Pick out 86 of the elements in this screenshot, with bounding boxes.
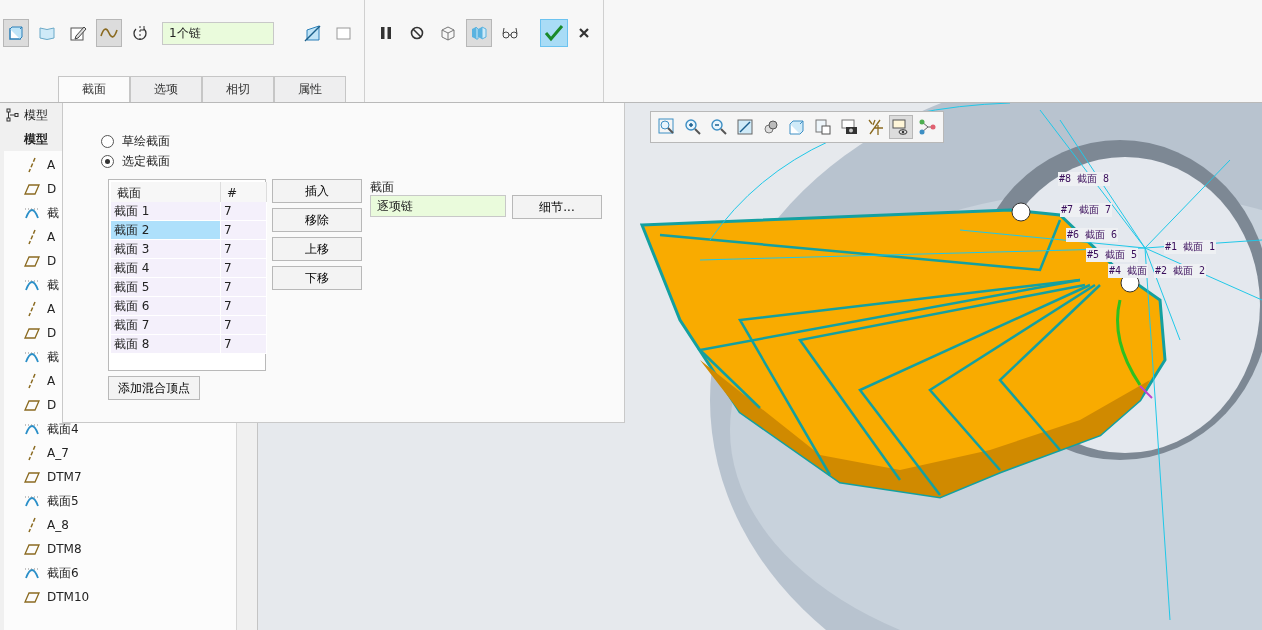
tree-item[interactable]: A — [47, 302, 56, 316]
action-button[interactable]: 插入 — [272, 179, 362, 203]
table-cell: 7 — [221, 335, 267, 354]
table-cell: 7 — [221, 240, 267, 259]
panel-tab[interactable]: 属性 — [274, 76, 346, 102]
tree-item[interactable]: 截面4 — [47, 420, 79, 438]
solid-tool-icon[interactable] — [3, 19, 29, 47]
column-header: 模型 — [24, 130, 48, 148]
details-button[interactable]: 细节... — [512, 195, 602, 219]
tree-item[interactable]: D — [47, 254, 57, 268]
table-cell: 7 — [221, 316, 267, 335]
axis-icon — [28, 157, 36, 173]
section-annotation: #7 截面 7 — [1060, 203, 1113, 217]
field-label: 截面 — [370, 179, 395, 195]
axis-icon — [28, 445, 36, 461]
panel-tab[interactable]: 截面 — [58, 76, 130, 102]
panel-tab[interactable]: 相切 — [202, 76, 274, 102]
axis-icon — [28, 517, 36, 533]
table-cell[interactable]: 截面 4 — [111, 259, 221, 278]
panel-title: 模型 — [24, 106, 48, 124]
section-icon — [24, 351, 40, 363]
section-icon — [24, 279, 40, 291]
radio-label: 选定截面 — [122, 152, 170, 170]
axis-icon — [28, 301, 36, 317]
action-button[interactable]: 下移 — [272, 266, 362, 290]
section-icon — [24, 567, 40, 579]
close-icon — [578, 27, 590, 39]
plane-icon — [24, 471, 40, 483]
section-field[interactable]: 逐项链 — [370, 195, 506, 217]
axis-icon — [28, 229, 36, 245]
tree-item[interactable]: D — [47, 326, 57, 340]
tree-item[interactable]: 截面5 — [47, 492, 79, 510]
radio-button[interactable] — [101, 134, 114, 148]
section-annotation: #5 截面 5 — [1086, 248, 1139, 262]
section-icon — [24, 207, 40, 219]
confirm-button[interactable] — [540, 19, 568, 47]
tree-item[interactable]: D — [47, 398, 57, 412]
table-cell[interactable]: 截面 7 — [111, 316, 221, 335]
section-icon — [24, 423, 40, 435]
table-cell: 7 — [221, 297, 267, 316]
section-annotation: #1 截面 1 — [1164, 240, 1217, 254]
plane-icon — [24, 327, 40, 339]
table-cell[interactable]: 截面 3 — [111, 240, 221, 259]
tree-item[interactable]: 截 — [47, 204, 59, 222]
tree-item[interactable]: 截 — [47, 348, 59, 366]
table-cell: 7 — [221, 221, 267, 240]
section-icon — [24, 495, 40, 507]
tree-item[interactable]: 截面6 — [47, 564, 79, 582]
section-annotation: #4 截面 — [1108, 264, 1149, 278]
section-annotation: #6 截面 6 — [1066, 228, 1119, 242]
curve-tool-icon[interactable] — [96, 19, 122, 47]
table-cell: 7 — [221, 259, 267, 278]
radio-label: 草绘截面 — [122, 132, 170, 150]
tree-icon — [6, 108, 20, 122]
tree-item[interactable]: DTM7 — [47, 470, 82, 484]
tree-item[interactable]: A_8 — [47, 518, 69, 532]
plane-icon — [24, 255, 40, 267]
chain-field[interactable]: 1个链 — [162, 21, 274, 45]
action-button[interactable]: 上移 — [272, 237, 362, 261]
add-vertex-button[interactable]: 添加混合顶点 — [108, 376, 200, 400]
tree-item[interactable]: 截 — [47, 276, 59, 294]
radio-button[interactable] — [101, 154, 114, 168]
tree-item[interactable]: D — [47, 182, 57, 196]
check-icon — [544, 24, 564, 42]
panel-tab[interactable]: 选项 — [130, 76, 202, 102]
tree-item[interactable]: A — [47, 158, 56, 172]
plane-icon — [24, 183, 40, 195]
table-cell[interactable]: 截面 2 — [111, 221, 221, 240]
plane-icon — [24, 591, 40, 603]
axis-icon — [28, 373, 36, 389]
table-cell: 7 — [221, 202, 267, 221]
plane-icon — [24, 543, 40, 555]
tree-item[interactable]: A — [47, 230, 56, 244]
section-annotation: #8 截面 8 — [1058, 172, 1111, 186]
plane-icon — [24, 399, 40, 411]
table-cell[interactable]: 截面 1 — [111, 202, 221, 221]
table-cell: 7 — [221, 278, 267, 297]
tree-item[interactable]: A — [47, 374, 56, 388]
table-cell[interactable]: 截面 6 — [111, 297, 221, 316]
action-button[interactable]: 移除 — [272, 208, 362, 232]
tree-item[interactable]: A_7 — [47, 446, 69, 460]
table-cell[interactable]: 截面 5 — [111, 278, 221, 297]
tree-item[interactable]: DTM8 — [47, 542, 82, 556]
tree-item[interactable]: DTM10 — [47, 590, 90, 604]
table-cell[interactable]: 截面 8 — [111, 335, 221, 354]
section-annotation: #2 截面 2 — [1154, 264, 1207, 278]
